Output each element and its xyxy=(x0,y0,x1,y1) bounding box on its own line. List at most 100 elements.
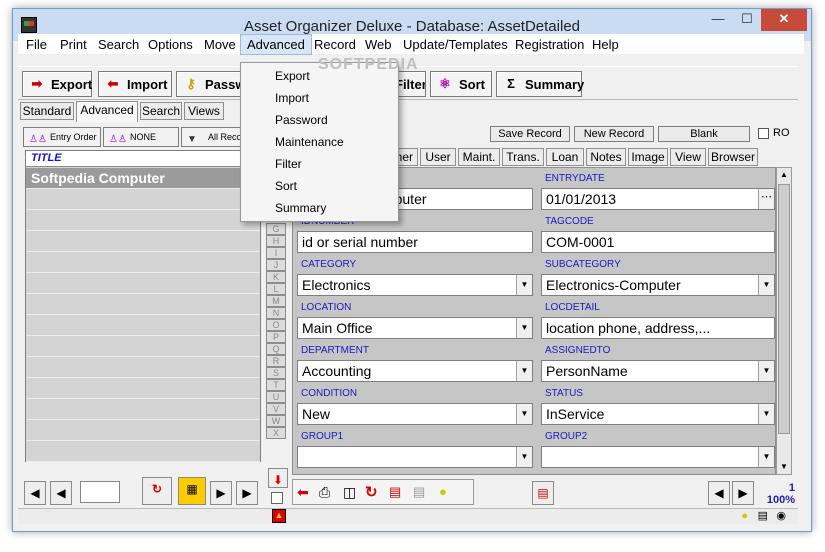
save-record-button[interactable]: Save Record xyxy=(490,126,570,142)
import-button[interactable]: ⬅ Import xyxy=(98,71,172,97)
alpha-index-letter[interactable]: Q xyxy=(266,343,286,355)
sort-button[interactable]: ⚛ Sort xyxy=(430,71,492,97)
trash-icon[interactable]: ◫ xyxy=(343,484,356,501)
alpha-index-letter[interactable]: S xyxy=(266,367,286,379)
tab-search[interactable]: Search xyxy=(140,102,182,120)
alpha-index-letter[interactable]: K xyxy=(266,271,286,283)
next-record-icon[interactable]: ▶ xyxy=(210,481,232,505)
all-records-button[interactable]: ▼ All Records xyxy=(181,127,241,147)
tab-browser[interactable]: Browser xyxy=(708,148,758,166)
first-record-icon[interactable]: ◀ xyxy=(24,481,46,505)
list-item[interactable] xyxy=(26,273,260,294)
status-select[interactable]: InService ▼ xyxy=(541,403,775,425)
list-item[interactable] xyxy=(26,336,260,357)
scroll-thumb[interactable] xyxy=(778,184,790,434)
chevron-down-icon[interactable]: ▼ xyxy=(516,361,532,381)
undo-icon[interactable]: ↻ xyxy=(365,483,378,501)
detail-next-icon[interactable]: ▶ xyxy=(732,481,754,505)
tab-trans[interactable]: Trans. xyxy=(502,148,544,166)
subcategory-select[interactable]: Electronics-Computer ▼ xyxy=(541,274,775,296)
chevron-down-icon[interactable]: ▼ xyxy=(516,275,532,295)
alpha-index-letter[interactable]: I xyxy=(266,247,286,259)
alpha-index-letter[interactable]: H xyxy=(266,235,286,247)
menu-advanced[interactable]: Advanced xyxy=(240,34,312,55)
chevron-down-icon[interactable]: ▼ xyxy=(758,275,774,295)
copy-record-icon[interactable]: ▤ xyxy=(389,484,401,500)
last-record-icon[interactable]: ▶ xyxy=(236,481,258,505)
tagcode-field[interactable]: COM-0001 xyxy=(541,231,775,253)
location-select[interactable]: Main Office ▼ xyxy=(297,317,533,339)
tab-loan[interactable]: Loan xyxy=(546,148,584,166)
form-scrollbar[interactable]: ▲ ▼ xyxy=(776,167,792,475)
print-icon[interactable]: ⎙ xyxy=(319,484,330,501)
chevron-down-icon[interactable]: ▼ xyxy=(516,404,532,424)
goto-record-input[interactable] xyxy=(80,481,120,503)
back-arrow-icon[interactable]: ⬅ xyxy=(297,484,309,501)
tab-notes[interactable]: Notes xyxy=(586,148,626,166)
calculator-icon[interactable]: ▦ xyxy=(178,477,206,505)
list-item[interactable]: Softpedia Computer xyxy=(26,168,260,189)
menu-item-import[interactable]: Import xyxy=(275,91,309,105)
menu-web[interactable]: Web xyxy=(365,37,392,52)
row-checkbox[interactable] xyxy=(271,492,283,504)
idnumber-field[interactable]: id or serial number xyxy=(297,231,533,253)
scroll-down-icon[interactable]: ▼ xyxy=(777,460,791,474)
chevron-down-icon[interactable]: ▼ xyxy=(758,361,774,381)
list-item[interactable] xyxy=(26,210,260,231)
chevron-down-icon[interactable]: ▼ xyxy=(758,447,774,467)
alpha-index-letter[interactable]: P xyxy=(266,331,286,343)
menu-registration[interactable]: Registration xyxy=(515,37,584,52)
tab-maint[interactable]: Maint. xyxy=(458,148,500,166)
chevron-down-icon[interactable]: ▼ xyxy=(758,404,774,424)
menu-item-sort[interactable]: Sort xyxy=(275,179,297,193)
alpha-index-letter[interactable]: L xyxy=(266,283,286,295)
tab-advanced[interactable]: Advanced xyxy=(76,101,138,122)
tab-views[interactable]: Views xyxy=(184,102,224,120)
alpha-index-letter[interactable]: O xyxy=(266,319,286,331)
menu-record[interactable]: Record xyxy=(314,37,356,52)
locdetail-field[interactable]: location phone, address,... xyxy=(541,317,775,339)
list-item[interactable] xyxy=(26,252,260,273)
tab-standard[interactable]: Standard xyxy=(20,102,74,120)
blank-button[interactable]: Blank xyxy=(658,126,750,142)
chevron-down-icon[interactable]: ▼ xyxy=(516,318,532,338)
alpha-index-letter[interactable]: J xyxy=(266,259,286,271)
list-item[interactable] xyxy=(26,294,260,315)
list-item[interactable] xyxy=(26,357,260,378)
menu-help[interactable]: Help xyxy=(592,37,619,52)
minimize-button[interactable]: — xyxy=(704,9,732,31)
department-select[interactable]: Accounting ▼ xyxy=(297,360,533,382)
ro-checkbox[interactable] xyxy=(758,128,769,139)
list-item[interactable] xyxy=(26,420,260,441)
category-select[interactable]: Electronics ▼ xyxy=(297,274,533,296)
summary-button[interactable]: Σ Summary xyxy=(496,71,584,97)
list-item[interactable] xyxy=(26,189,260,210)
alpha-index-letter[interactable]: R xyxy=(266,355,286,367)
assignedto-select[interactable]: PersonName ▼ xyxy=(541,360,775,382)
close-button[interactable]: ✕ xyxy=(761,9,807,31)
menu-file[interactable]: File xyxy=(26,37,47,52)
menu-search[interactable]: Search xyxy=(98,37,139,52)
alpha-index-letter[interactable]: T xyxy=(266,379,286,391)
password-button[interactable]: ⚷ Password xyxy=(176,71,250,97)
none-filter-button[interactable]: ♙♙ NONE xyxy=(103,127,179,147)
menu-item-maintenance[interactable]: Maintenance xyxy=(275,135,344,149)
list-item[interactable] xyxy=(26,315,260,336)
detail-prev-icon[interactable]: ◀ xyxy=(708,481,730,505)
entry-order-button[interactable]: ♙♙ Entry Order xyxy=(23,127,101,147)
refresh-icon[interactable]: ↻ xyxy=(142,477,172,505)
alpha-index-letter[interactable]: V xyxy=(266,403,286,415)
alpha-index-letter[interactable]: W xyxy=(266,415,286,427)
alpha-index-letter[interactable]: G xyxy=(266,223,286,235)
stop-icon[interactable]: ▲ xyxy=(272,509,286,523)
menu-item-filter[interactable]: Filter xyxy=(275,157,302,171)
menu-update-templates[interactable]: Update/Templates xyxy=(403,37,508,52)
menu-item-summary[interactable]: Summary xyxy=(275,201,326,215)
list-item[interactable] xyxy=(26,441,260,462)
group1-select[interactable]: ▼ xyxy=(297,446,533,468)
tab-user[interactable]: User xyxy=(420,148,456,166)
alpha-index-letter[interactable]: U xyxy=(266,391,286,403)
menu-item-export[interactable]: Export xyxy=(275,69,310,83)
maximize-button[interactable]: ☐ xyxy=(733,9,761,31)
menu-options[interactable]: Options xyxy=(148,37,193,52)
